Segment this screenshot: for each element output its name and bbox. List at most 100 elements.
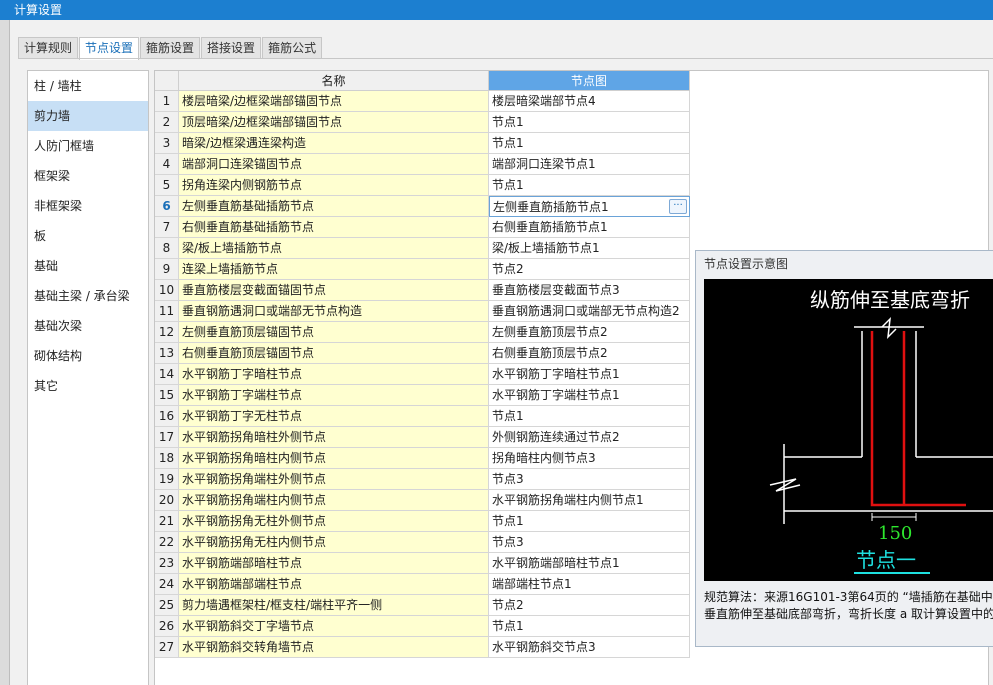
- tab-1[interactable]: 节点设置: [79, 37, 140, 60]
- table-row[interactable]: 6 左侧垂直筋基础插筋节点 左侧垂直筋插筋节点1 ···: [155, 196, 690, 217]
- table-row[interactable]: 20 水平钢筋拐角端柱内侧节点 水平钢筋拐角端柱内侧节点1: [155, 490, 690, 511]
- category-item-1[interactable]: 剪力墙: [28, 101, 148, 131]
- row-index: 9: [155, 259, 179, 280]
- row-node-cell[interactable]: 水平钢筋丁字端柱节点1: [489, 385, 690, 406]
- category-item-0[interactable]: 柱 / 墙柱: [28, 71, 148, 101]
- left-edge-strip: [0, 20, 10, 685]
- row-node-value: 左侧垂直筋插筋节点1: [493, 200, 609, 214]
- row-node-cell[interactable]: 节点1: [489, 616, 690, 637]
- row-node-cell[interactable]: 外侧钢筋连续通过节点2: [489, 427, 690, 448]
- row-node-cell[interactable]: 节点2: [489, 595, 690, 616]
- category-item-10[interactable]: 其它: [28, 371, 148, 401]
- row-node-value: 端部洞口连梁节点1: [492, 157, 596, 171]
- category-item-5[interactable]: 板: [28, 221, 148, 251]
- row-node-cell[interactable]: 水平钢筋丁字暗柱节点1: [489, 364, 690, 385]
- row-index: 22: [155, 532, 179, 553]
- row-node-cell[interactable]: 左侧垂直筋顶层节点2: [489, 322, 690, 343]
- table-row[interactable]: 17 水平钢筋拐角暗柱外侧节点 外侧钢筋连续通过节点2: [155, 427, 690, 448]
- table-row[interactable]: 23 水平钢筋端部暗柱节点 水平钢筋端部暗柱节点1: [155, 553, 690, 574]
- row-node-cell[interactable]: 端部端柱节点1: [489, 574, 690, 595]
- ellipsis-button[interactable]: ···: [669, 199, 687, 214]
- row-node-cell[interactable]: 节点2: [489, 259, 690, 280]
- row-node-cell[interactable]: 节点1: [489, 511, 690, 532]
- row-node-value: 右侧垂直筋顶层节点2: [492, 346, 608, 360]
- table-row[interactable]: 3 暗梁/边框梁遇连梁构造 节点1: [155, 133, 690, 154]
- row-name: 水平钢筋丁字无柱节点: [179, 406, 489, 427]
- table-row[interactable]: 16 水平钢筋丁字无柱节点 节点1: [155, 406, 690, 427]
- row-node-cell[interactable]: 节点1: [489, 112, 690, 133]
- table-row[interactable]: 19 水平钢筋拐角端柱外侧节点 节点3: [155, 469, 690, 490]
- row-name: 楼层暗梁/边框梁端部锚固节点: [179, 91, 489, 112]
- header-node[interactable]: 节点图: [489, 71, 690, 91]
- row-node-cell[interactable]: 端部洞口连梁节点1: [489, 154, 690, 175]
- table-row[interactable]: 5 拐角连梁内侧钢筋节点 节点1: [155, 175, 690, 196]
- category-item-8[interactable]: 基础次梁: [28, 311, 148, 341]
- category-item-3[interactable]: 框架梁: [28, 161, 148, 191]
- category-item-6[interactable]: 基础: [28, 251, 148, 281]
- row-index: 16: [155, 406, 179, 427]
- table-row[interactable]: 9 连梁上墙插筋节点 节点2: [155, 259, 690, 280]
- table-row[interactable]: 15 水平钢筋丁字端柱节点 水平钢筋丁字端柱节点1: [155, 385, 690, 406]
- table-row[interactable]: 24 水平钢筋端部端柱节点 端部端柱节点1: [155, 574, 690, 595]
- row-node-value: 拐角暗柱内侧节点3: [492, 451, 596, 465]
- tab-3[interactable]: 搭接设置: [201, 37, 262, 59]
- table-row[interactable]: 10 垂直筋楼层变截面锚固节点 垂直筋楼层变截面节点3: [155, 280, 690, 301]
- row-node-cell[interactable]: 水平钢筋斜交节点3: [489, 637, 690, 658]
- row-node-cell[interactable]: 拐角暗柱内侧节点3: [489, 448, 690, 469]
- row-node-cell[interactable]: 左侧垂直筋插筋节点1 ···: [489, 196, 690, 217]
- row-node-cell[interactable]: 梁/板上墙插筋节点1: [489, 238, 690, 259]
- row-node-value: 外侧钢筋连续通过节点2: [492, 430, 620, 444]
- row-node-value: 垂直钢筋遇洞口或端部无节点构造2: [492, 304, 680, 318]
- table-row[interactable]: 7 右侧垂直筋基础插筋节点 右侧垂直筋插筋节点1: [155, 217, 690, 238]
- table-row[interactable]: 26 水平钢筋斜交丁字墙节点 节点1: [155, 616, 690, 637]
- table-row[interactable]: 2 顶层暗梁/边框梁端部锚固节点 节点1: [155, 112, 690, 133]
- row-node-cell[interactable]: 节点1: [489, 133, 690, 154]
- row-index: 3: [155, 133, 179, 154]
- row-node-cell[interactable]: 水平钢筋端部暗柱节点1: [489, 553, 690, 574]
- row-node-cell[interactable]: 楼层暗梁端部节点4: [489, 91, 690, 112]
- row-node-value: 水平钢筋斜交节点3: [492, 640, 596, 654]
- tab-4[interactable]: 箍筋公式: [262, 37, 323, 59]
- table-row[interactable]: 1 楼层暗梁/边框梁端部锚固节点 楼层暗梁端部节点4: [155, 91, 690, 112]
- row-node-cell[interactable]: 节点3: [489, 469, 690, 490]
- tab-2[interactable]: 箍筋设置: [140, 37, 201, 59]
- row-index: 12: [155, 322, 179, 343]
- row-node-value: 左侧垂直筋顶层节点2: [492, 325, 608, 339]
- row-node-cell[interactable]: 垂直筋楼层变截面节点3: [489, 280, 690, 301]
- table-row[interactable]: 11 垂直钢筋遇洞口或端部无节点构造 垂直钢筋遇洞口或端部无节点构造2: [155, 301, 690, 322]
- row-name: 连梁上墙插筋节点: [179, 259, 489, 280]
- row-node-cell[interactable]: 右侧垂直筋顶层节点2: [489, 343, 690, 364]
- row-node-cell[interactable]: 节点1: [489, 175, 690, 196]
- tab-0[interactable]: 计算规则: [18, 37, 79, 59]
- table-row[interactable]: 4 端部洞口连梁锚固节点 端部洞口连梁节点1: [155, 154, 690, 175]
- row-node-cell[interactable]: 右侧垂直筋插筋节点1: [489, 217, 690, 238]
- row-node-value: 节点3: [492, 472, 524, 486]
- tab-divider: [18, 58, 993, 59]
- table-row[interactable]: 18 水平钢筋拐角暗柱内侧节点 拐角暗柱内侧节点3: [155, 448, 690, 469]
- header-name[interactable]: 名称: [179, 71, 489, 91]
- table-row[interactable]: 8 梁/板上墙插筋节点 梁/板上墙插筋节点1: [155, 238, 690, 259]
- table-row[interactable]: 25 剪力墙遇框架柱/框支柱/端柱平齐一侧 节点2: [155, 595, 690, 616]
- row-node-cell[interactable]: 垂直钢筋遇洞口或端部无节点构造2: [489, 301, 690, 322]
- row-node-value: 节点2: [492, 598, 524, 612]
- category-item-2[interactable]: 人防门框墙: [28, 131, 148, 161]
- row-node-cell[interactable]: 节点1: [489, 406, 690, 427]
- header-index: [155, 71, 179, 91]
- table-row[interactable]: 13 右侧垂直筋顶层锚固节点 右侧垂直筋顶层节点2: [155, 343, 690, 364]
- row-index: 6: [155, 196, 179, 217]
- category-item-7[interactable]: 基础主梁 / 承台梁: [28, 281, 148, 311]
- row-node-value: 水平钢筋丁字端柱节点1: [492, 388, 620, 402]
- row-node-value: 节点1: [492, 409, 524, 423]
- row-node-cell[interactable]: 节点3: [489, 532, 690, 553]
- row-node-cell[interactable]: 水平钢筋拐角端柱内侧节点1: [489, 490, 690, 511]
- table-row[interactable]: 27 水平钢筋斜交转角墙节点 水平钢筋斜交节点3: [155, 637, 690, 658]
- category-item-9[interactable]: 砌体结构: [28, 341, 148, 371]
- popup-description: 规范算法：来源16G101-3第64页的 “墙插筋在基础中锚固 垂直筋伸至基础底…: [704, 589, 993, 623]
- row-node-value: 节点1: [492, 136, 524, 150]
- row-node-value: 节点1: [492, 619, 524, 633]
- table-row[interactable]: 12 左侧垂直筋顶层锚固节点 左侧垂直筋顶层节点2: [155, 322, 690, 343]
- table-row[interactable]: 22 水平钢筋拐角无柱内侧节点 节点3: [155, 532, 690, 553]
- table-row[interactable]: 21 水平钢筋拐角无柱外侧节点 节点1: [155, 511, 690, 532]
- category-item-4[interactable]: 非框架梁: [28, 191, 148, 221]
- table-row[interactable]: 14 水平钢筋丁字暗柱节点 水平钢筋丁字暗柱节点1: [155, 364, 690, 385]
